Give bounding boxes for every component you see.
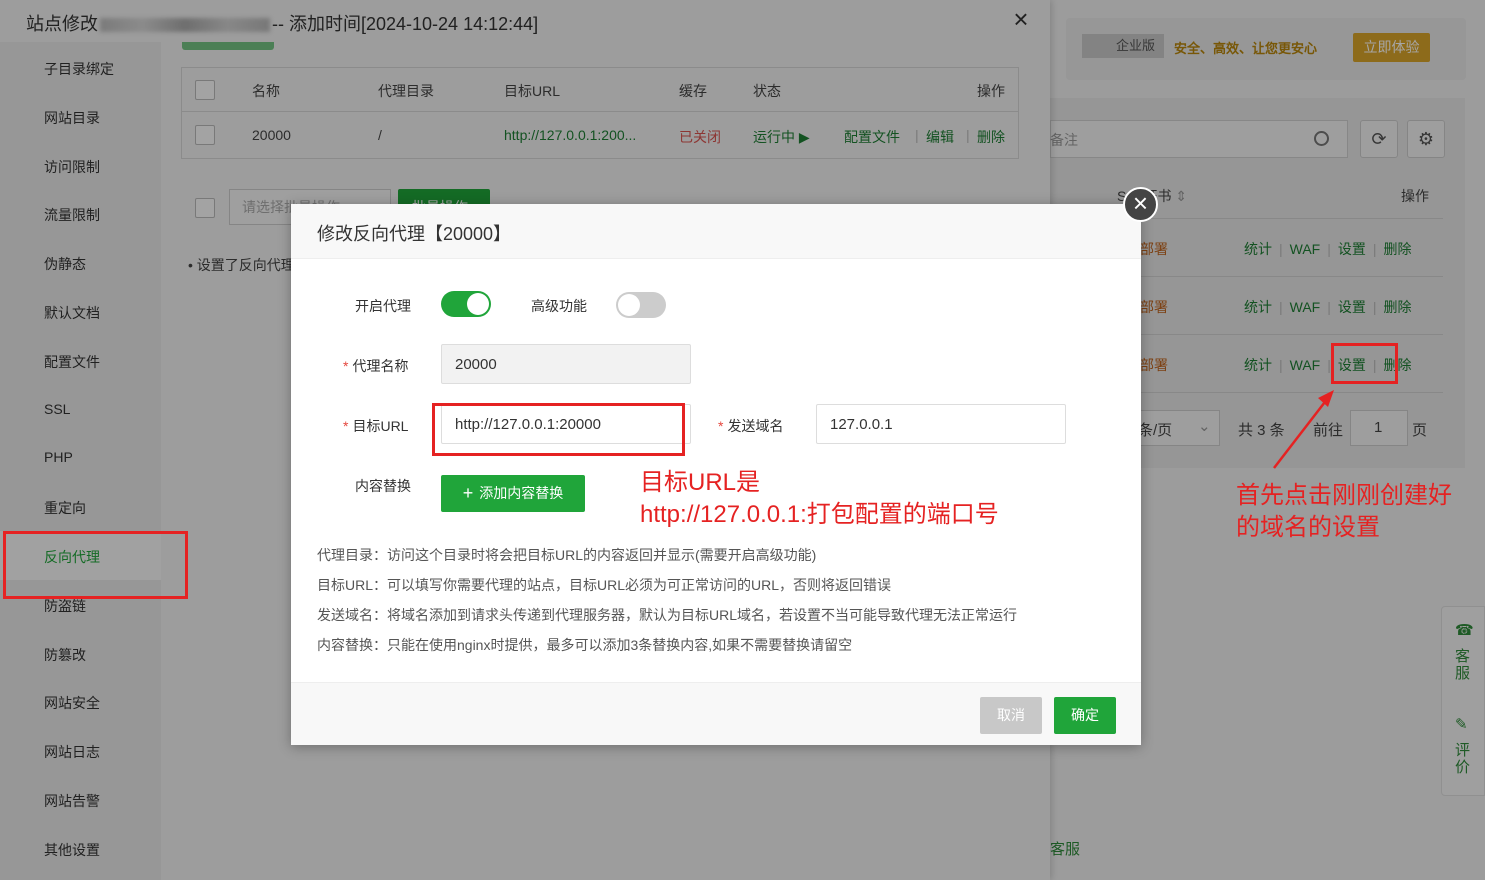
annotation-arrow [1273, 390, 1334, 469]
